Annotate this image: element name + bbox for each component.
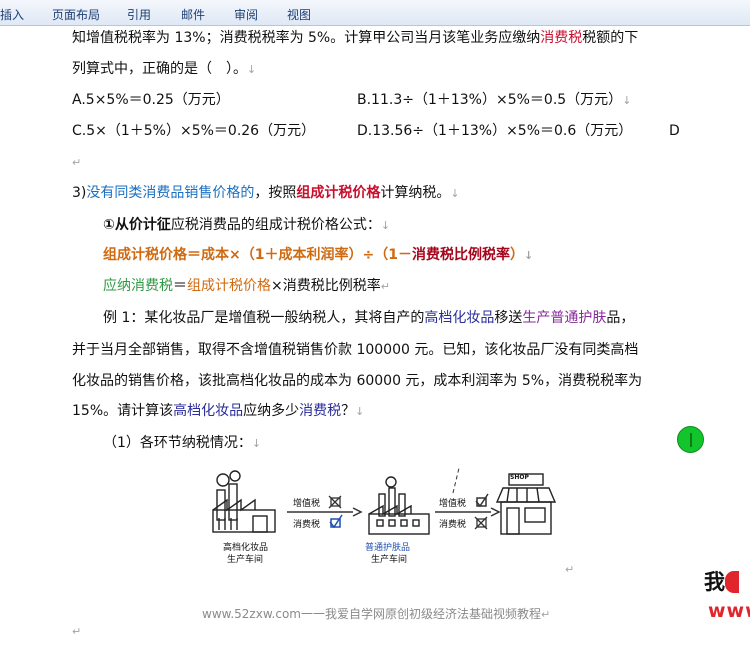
example-line-2: 并于当月全部销售，取得不含增值税销售价款 100000 元。已知，该化妆品厂没有… — [72, 342, 639, 358]
vat-label-1: 增值税 — [293, 499, 321, 509]
option-a: A.5×5%＝0.25（万元） — [72, 92, 230, 108]
footer-watermark-text: www.52zxw.com一一我爱自学网原创初级经济法基础视频教程↵ — [202, 607, 551, 621]
step-1-heading: （1）各环节纳税情况：↓ — [103, 435, 262, 451]
tab-page-layout[interactable]: 页面布局 — [52, 6, 100, 23]
site-logo: 我 — [704, 566, 739, 596]
vat-label-2: 增值税 — [439, 499, 467, 509]
tab-view[interactable]: 视图 — [287, 6, 311, 23]
heart-logo-icon — [725, 571, 739, 593]
ct-label-2: 消费税 — [439, 520, 467, 530]
formula-consumption-tax: 应纳消费税＝组成计税价格×消费税比例税率↵ — [103, 278, 390, 294]
shop-icon — [495, 473, 557, 535]
example-line-4: 15%。请计算该高档化妆品应纳多少消费税？↓ — [72, 403, 365, 419]
shop-sign: SHOP — [510, 474, 529, 481]
option-d-overflow: D — [669, 123, 680, 139]
tax-flow-diagram: SHOP 增值税 消费税 增值税 消费税 高档化妆品 生产车间 普通护肤品 生产… — [205, 467, 560, 578]
option-c: C.5×（1＋5%）×5%＝0.26（万元） — [72, 123, 316, 139]
vat-x-mark-1-icon — [328, 495, 342, 509]
example-line-3: 化妆品的销售价格，该批高档化妆品的成本为 60000 元，成本利润率为 5%，消… — [72, 373, 643, 389]
tab-review[interactable]: 审阅 — [234, 6, 258, 23]
tab-references[interactable]: 引用 — [127, 6, 151, 23]
ribbon-tab-bar: 插入 页面布局 引用 邮件 审阅 视图 — [0, 0, 750, 26]
vat-check-mark-2-icon — [475, 493, 489, 508]
paragraph-mark: ↵ — [72, 156, 82, 169]
subsection-1: ①从价计征应税消费品的组成计税价格公式：↓ — [103, 217, 391, 233]
factory-1-label-line-2: 生产车间 — [227, 555, 264, 565]
factory-2-icon — [368, 476, 430, 535]
question-text-line-2: 列算式中，正确的是（ ）。↓ — [72, 61, 257, 77]
factory-2-label-line-2: 生产车间 — [371, 555, 408, 565]
ct-check-mark-1-icon — [329, 514, 343, 529]
ct-label-1: 消费税 — [293, 520, 321, 530]
section-3-heading: 3)没有同类消费品销售价格的，按照组成计税价格计算纳税。↓ — [72, 185, 460, 201]
figure-paragraph-mark: ↵ — [565, 563, 575, 576]
question-text-line-1: 知增值税税率为 13%；消费税税率为 5%。计算甲公司当月该笔业务应缴纳消费税税… — [72, 30, 639, 46]
tab-mailings[interactable]: 邮件 — [181, 6, 205, 23]
end-paragraph-mark: ↵ — [72, 625, 82, 638]
pointer-cursor-icon — [677, 426, 704, 453]
example-line-1: 例 1：某化妆品厂是增值税一般纳税人，其将自产的高档化妆品移送生产普通护肤品， — [103, 310, 635, 326]
formula-composite-price: 组成计税价格＝成本×（1＋成本利润率）÷（1－消费税比例税率）↓ — [103, 247, 534, 263]
ct-x-mark-2-icon — [474, 516, 488, 530]
option-d: D.13.56÷（1＋13%）×5%＝0.6（万元） — [357, 123, 633, 139]
document-page[interactable]: 知增值税税率为 13%；消费税税率为 5%。计算甲公司当月该笔业务应缴纳消费税税… — [0, 26, 750, 649]
site-logo-url: www — [708, 600, 750, 622]
option-b: B.11.3÷（1＋13%）×5%＝0.5（万元）↓ — [357, 92, 632, 108]
factory-1-icon — [212, 470, 276, 533]
tab-insert[interactable]: 插入 — [0, 6, 24, 23]
